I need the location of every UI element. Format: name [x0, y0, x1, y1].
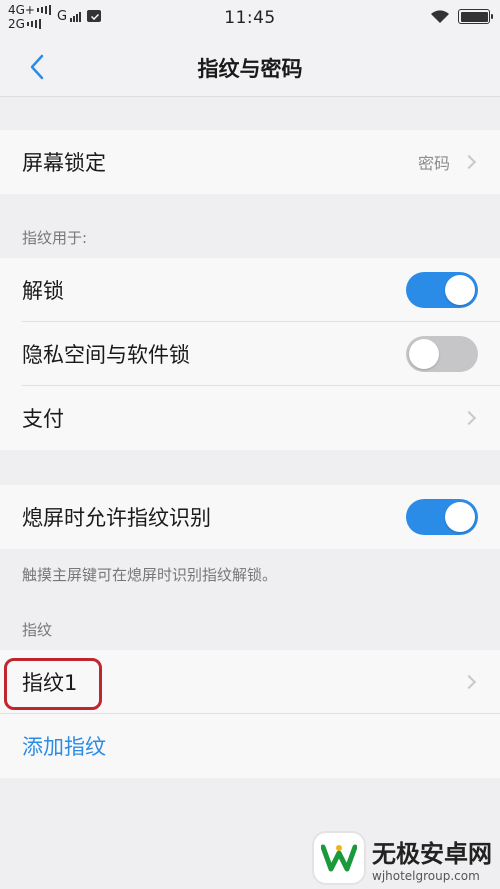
payment-row[interactable]: 支付 — [0, 386, 500, 450]
screen-off-fingerprint-toggle[interactable] — [406, 499, 478, 535]
screen-off-note: 触摸主屏键可在熄屏时识别指纹解锁。 — [22, 565, 278, 584]
unlock-label: 解锁 — [22, 279, 64, 303]
logo-icon — [321, 844, 357, 872]
add-fingerprint-row[interactable]: 添加指纹 — [0, 714, 500, 778]
watermark-logo — [312, 831, 366, 885]
watermark: 无极安卓网 wjhotelgroup.com — [312, 831, 492, 885]
watermark-url: wjhotelgroup.com — [372, 868, 480, 883]
chevron-right-icon — [461, 154, 477, 170]
chevron-right-icon — [461, 410, 477, 426]
watermark-title: 无极安卓网 — [372, 839, 492, 868]
privacy-space-row: 隐私空间与软件锁 — [0, 322, 500, 386]
page-title: 指纹与密码 — [197, 57, 303, 81]
fingerprint-item-label: 指纹1 — [22, 671, 78, 695]
unlock-row: 解锁 — [0, 258, 500, 322]
screen-lock-label: 屏幕锁定 — [22, 151, 106, 175]
screen-off-fingerprint-row: 熄屏时允许指纹识别 — [0, 485, 500, 549]
screen-lock-row[interactable]: 屏幕锁定 密码 — [0, 130, 500, 194]
clock: 11:45 — [224, 8, 276, 28]
screen-off-fingerprint-label: 熄屏时允许指纹识别 — [22, 506, 211, 530]
privacy-space-label: 隐私空间与软件锁 — [22, 343, 190, 367]
navigation-bar: 指纹与密码 — [0, 34, 500, 97]
unlock-toggle[interactable] — [406, 272, 478, 308]
battery-icon — [458, 9, 493, 24]
screen-lock-value: 密码 — [417, 154, 450, 173]
status-bar: 4G+ 2G G 11:45 — [0, 0, 500, 34]
privacy-space-toggle[interactable] — [406, 336, 478, 372]
wifi-icon — [431, 10, 449, 23]
chevron-right-icon — [461, 674, 477, 690]
add-fingerprint-link[interactable]: 添加指纹 — [22, 731, 478, 761]
fingerprint-item[interactable]: 指纹1 — [0, 650, 500, 714]
fingerprint-usage-header: 指纹用于: — [22, 229, 88, 247]
payment-label: 支付 — [22, 407, 64, 431]
fingerprints-header: 指纹 — [22, 621, 53, 639]
